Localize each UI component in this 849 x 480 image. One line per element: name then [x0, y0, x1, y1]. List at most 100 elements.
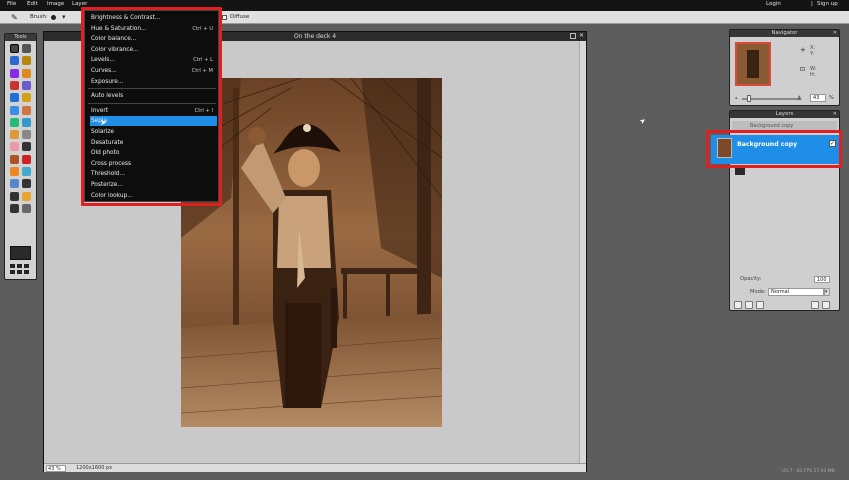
magic-wand-tool-icon[interactable] [10, 68, 19, 78]
diffuse-checkbox[interactable] [222, 15, 227, 20]
menu-item-curves[interactable]: Curves... Ctrl + M [90, 66, 217, 76]
menu-item-exposure[interactable]: Exposure... [90, 77, 217, 87]
view-mode-icons[interactable] [10, 264, 31, 277]
menu-item-posterize[interactable]: Posterize... [90, 180, 217, 190]
navigator-close-icon[interactable]: ✕ [833, 30, 837, 36]
marquee-tool-icon[interactable] [10, 56, 19, 66]
paint-bucket-tool-icon[interactable] [22, 93, 31, 103]
hand-tool-icon[interactable] [22, 191, 31, 201]
replace-color-tool-icon[interactable] [22, 105, 31, 115]
crop-tool-icon[interactable] [10, 44, 19, 53]
folder-icon[interactable] [756, 301, 764, 309]
maximize-icon[interactable] [570, 33, 576, 39]
trash-icon[interactable] [822, 301, 830, 309]
zoom-tool-icon[interactable] [10, 203, 19, 213]
line-tool-icon[interactable] [22, 203, 31, 213]
move-tool-icon[interactable] [22, 44, 31, 53]
menu-item-color-vibrance[interactable]: Color vibrance... [90, 45, 217, 55]
zoom-out-icon[interactable]: ▴ [735, 95, 738, 101]
brush-tool-icon: ✎ [11, 13, 18, 22]
menu-item-cross-process[interactable]: Cross process [90, 159, 217, 169]
menu-item-label: Posterize... [91, 182, 123, 188]
pencil-tool-icon[interactable] [22, 68, 31, 78]
brush-preview-icon[interactable] [51, 15, 56, 20]
clone-tool-icon[interactable] [22, 80, 31, 90]
menu-item-label: Desaturate [91, 139, 124, 146]
menu-item-old-photo[interactable]: Old photo [90, 148, 217, 158]
brush-label: Brush: [30, 14, 48, 20]
menu-item-solarize[interactable]: Solarize [90, 127, 217, 137]
zoom-slider-handle[interactable] [747, 95, 751, 102]
layer-name: Background copy [750, 123, 794, 129]
blend-mode-dropdown-icon[interactable]: ▾ [824, 288, 830, 296]
eraser-tool-icon[interactable] [10, 105, 19, 115]
blur-tool-icon[interactable] [22, 117, 31, 127]
menu-item-sepia[interactable]: Sepia [90, 116, 217, 127]
menu-separator: | [811, 1, 813, 7]
sharpen-tool-icon[interactable] [10, 130, 19, 140]
layer-row-selected[interactable]: Background copy ✓ [711, 135, 839, 164]
layers-close-icon[interactable]: ✕ [833, 111, 837, 117]
document-size: 1200x1600 px [76, 465, 113, 471]
menu-item-invert[interactable]: Invert Ctrl + I [90, 106, 217, 116]
brush-dropdown-icon[interactable]: ▾ [62, 13, 66, 21]
bloat-tool-icon[interactable] [22, 167, 31, 176]
menu-item-hue-saturation[interactable]: Hue & Saturation... Ctrl + U [90, 24, 217, 34]
add-mask-icon[interactable] [745, 301, 753, 309]
menu-file[interactable]: File [7, 1, 16, 7]
layer-row-top[interactable]: Background copy [732, 121, 837, 131]
zoom-input[interactable]: 43 % [46, 465, 66, 472]
gradient-tool-icon[interactable] [10, 93, 19, 103]
menu-edit[interactable]: Edit [27, 1, 38, 7]
tool-grid [9, 44, 33, 240]
layer-actions [734, 301, 834, 309]
menu-item-levels[interactable]: Levels... Ctrl + L [90, 55, 217, 65]
close-icon[interactable]: ✕ [579, 32, 584, 39]
burn-tool-icon[interactable] [10, 154, 19, 164]
menu-separator [88, 102, 216, 104]
menu-item-color-balance[interactable]: Color balance... [90, 34, 217, 44]
pirate-boy-sepia-photo [181, 78, 442, 427]
menu-separator [88, 88, 216, 90]
new-layer-icon[interactable] [811, 301, 819, 309]
mode-label: Mode: [750, 289, 766, 295]
menu-item-color-lookup[interactable]: Color lookup... [90, 191, 217, 201]
document-image[interactable] [181, 78, 442, 427]
login-link[interactable]: Login [766, 1, 781, 7]
layer-thumbnail[interactable] [735, 165, 745, 175]
menu-item-brightness-contrast[interactable]: Brightness & Contrast... [90, 13, 217, 23]
menu-item-label: Color lookup... [91, 192, 133, 199]
menu-layer[interactable]: Layer [72, 1, 87, 7]
vertical-scrollbar[interactable] [579, 41, 586, 463]
layer-style-icon[interactable] [734, 301, 742, 309]
menu-item-label: Threshold... [91, 171, 126, 178]
menu-item-desaturate[interactable]: Desaturate [90, 138, 217, 148]
color-picker-tool-icon[interactable] [22, 179, 31, 189]
lasso-tool-icon[interactable] [22, 56, 31, 66]
blend-mode-select[interactable]: Normal [768, 288, 824, 296]
smudge-tool-icon[interactable] [22, 130, 31, 140]
dodge-tool-icon[interactable] [22, 142, 31, 152]
spot-heal-tool-icon[interactable] [10, 167, 19, 176]
adjustments-menu: Brightness & Contrast... Hue & Saturation… [84, 10, 219, 202]
red-eye-tool-icon[interactable] [22, 154, 31, 164]
navigator-zoom-input[interactable]: 43 [810, 94, 826, 102]
brush-tool-icon[interactable] [10, 80, 19, 90]
selected-layer-thumbnail [717, 138, 732, 158]
diffuse-label: Diffuse [230, 14, 250, 20]
signup-link[interactable]: Sign up [817, 1, 838, 7]
drawing-tool-icon[interactable] [10, 117, 19, 127]
type-tool-icon[interactable] [10, 191, 19, 201]
navigator-thumbnail[interactable] [735, 42, 771, 86]
opacity-input[interactable]: 100 [814, 276, 830, 283]
zoom-in-icon[interactable]: ▲ [797, 94, 802, 101]
layer-visibility-checkbox[interactable]: ✓ [829, 140, 836, 147]
pinch-tool-icon[interactable] [10, 179, 19, 189]
menu-item-label: Color balance... [91, 36, 137, 43]
sponge-tool-icon[interactable] [10, 142, 19, 152]
menu-item-shortcut: Ctrl + U [192, 25, 213, 32]
foreground-color-swatch[interactable] [10, 246, 31, 260]
menu-item-threshold[interactable]: Threshold... [90, 169, 217, 179]
menu-item-auto-levels[interactable]: Auto levels [90, 91, 217, 101]
menu-image[interactable]: Image [47, 1, 64, 7]
